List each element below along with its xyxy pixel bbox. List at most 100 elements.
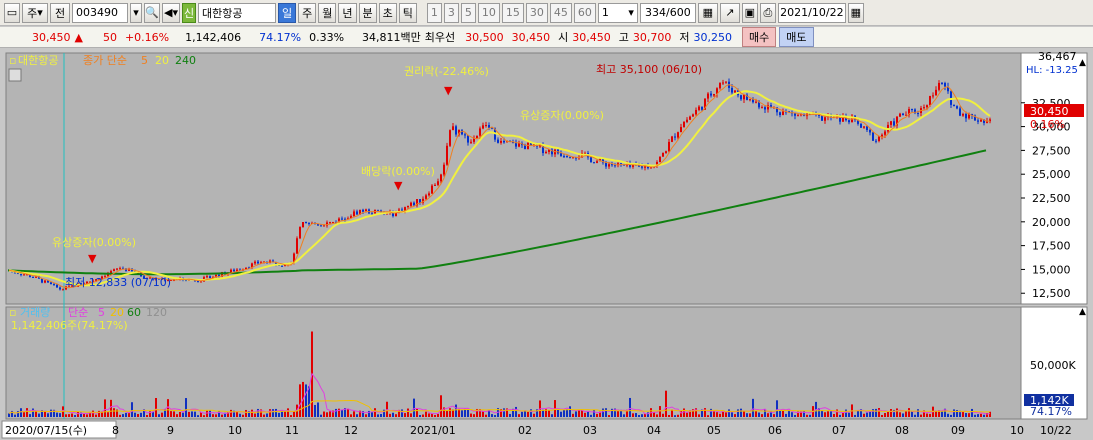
volume-legend-ma120: 120 bbox=[146, 306, 167, 319]
scroll-up-icon[interactable]: ▲ bbox=[1079, 58, 1086, 68]
count-field[interactable]: 334/600 bbox=[639, 2, 696, 23]
candle-body bbox=[527, 142, 529, 150]
print-icon[interactable]: ⎙ bbox=[759, 2, 776, 23]
speaker-icon[interactable]: ◀▾ bbox=[162, 2, 180, 23]
volume-bar bbox=[791, 412, 793, 417]
x-axis-label: 05 bbox=[707, 424, 721, 437]
volume-bar bbox=[314, 404, 316, 417]
volume-bar bbox=[749, 413, 751, 417]
volume-bar bbox=[197, 415, 199, 417]
interval-60[interactable]: 60 bbox=[573, 2, 596, 23]
stock-name-field[interactable]: 대한항공 bbox=[198, 2, 276, 23]
volume-bar bbox=[551, 414, 553, 417]
candle-body bbox=[485, 125, 487, 127]
price-legend-ma: 종가 단순 bbox=[83, 54, 127, 67]
candle-body bbox=[302, 222, 304, 228]
stock-chart[interactable]: ▫ 대한항공 종가 단순 5 20 240 ▫ 거래량 단순 5 20 60 1… bbox=[0, 49, 1093, 440]
stock-code-input[interactable]: 003490 bbox=[72, 2, 128, 23]
interval-30[interactable]: 30 bbox=[525, 2, 548, 23]
buy-button[interactable]: 매수 bbox=[742, 27, 777, 47]
interval-1[interactable]: 1 bbox=[426, 2, 442, 23]
interval-3[interactable]: 3 bbox=[443, 2, 459, 23]
candle-body bbox=[797, 114, 799, 116]
volume-bar bbox=[188, 411, 190, 417]
volume-bar bbox=[68, 414, 70, 417]
volume-bar bbox=[674, 415, 676, 417]
volume-bar bbox=[593, 409, 595, 417]
period-tab-tick[interactable]: 틱 bbox=[398, 2, 417, 23]
volume-bar bbox=[515, 406, 517, 417]
volume-bar bbox=[203, 415, 205, 417]
volume-bar bbox=[278, 412, 280, 417]
grid-toggle-icon[interactable] bbox=[8, 68, 22, 82]
sell-button[interactable]: 매도 bbox=[779, 27, 814, 47]
calendar-icon[interactable]: ▦ bbox=[847, 2, 864, 23]
chart-type-icon[interactable]: ▭ bbox=[4, 2, 20, 23]
volume-bar bbox=[83, 414, 85, 417]
x-axis-label: 11 bbox=[285, 424, 299, 437]
volume-bar bbox=[482, 411, 484, 417]
code-dropdown-button[interactable]: ▾ bbox=[130, 2, 142, 23]
period-tab-minute[interactable]: 분 bbox=[358, 2, 377, 23]
period-select[interactable]: 주 ▾ bbox=[22, 2, 48, 23]
volume-bar bbox=[413, 398, 415, 417]
volume-bar bbox=[641, 414, 643, 417]
prev-button[interactable]: 전 bbox=[50, 2, 70, 23]
volume-bar bbox=[404, 413, 406, 417]
candle-body bbox=[944, 83, 946, 87]
volume-bar bbox=[86, 414, 88, 417]
interval-5[interactable]: 5 bbox=[460, 2, 476, 23]
candle-body bbox=[503, 140, 505, 143]
candle-body bbox=[893, 121, 895, 126]
interval-15[interactable]: 15 bbox=[501, 2, 524, 23]
interval-45[interactable]: 45 bbox=[549, 2, 572, 23]
volume-bar bbox=[437, 413, 439, 417]
volume-tag-pct: 74.17% bbox=[1030, 405, 1072, 418]
save-icon[interactable]: ▣ bbox=[741, 2, 758, 23]
period-tab-day[interactable]: 일 bbox=[278, 2, 297, 23]
search-icon[interactable]: 🔍 bbox=[144, 2, 160, 23]
x-axis-label: 2021/01 bbox=[410, 424, 456, 437]
volume-bar bbox=[587, 411, 589, 417]
interval-10[interactable]: 10 bbox=[477, 2, 500, 23]
volume-bar bbox=[707, 415, 709, 417]
volume-bar bbox=[230, 409, 232, 417]
candle-body bbox=[650, 167, 652, 169]
volume-bar bbox=[284, 411, 286, 417]
period-tab-second[interactable]: 초 bbox=[378, 2, 397, 23]
candle-body bbox=[779, 112, 781, 116]
multiplier-select[interactable]: 1 ▾ bbox=[597, 2, 638, 23]
volume-bar bbox=[467, 408, 469, 417]
date-field[interactable]: 2021/10/22 bbox=[777, 2, 846, 23]
price-axis-tick: 27,500 bbox=[1032, 144, 1071, 157]
volume-bar bbox=[173, 411, 175, 417]
volume-bar bbox=[794, 414, 796, 417]
volume-bar bbox=[665, 390, 667, 417]
candle-body bbox=[683, 122, 685, 128]
volume-bar bbox=[137, 414, 139, 417]
period-tab-month[interactable]: 월 bbox=[318, 2, 337, 23]
draw-tool-icon[interactable]: ↗ bbox=[719, 2, 740, 23]
volume-bar bbox=[179, 411, 181, 417]
scroll-up-icon-2[interactable]: ▲ bbox=[1079, 307, 1086, 317]
indicator-icon[interactable]: ▦ bbox=[697, 2, 718, 23]
volume-bar bbox=[269, 409, 271, 417]
volume-bar bbox=[350, 414, 352, 417]
volume-bar bbox=[950, 414, 952, 417]
volume-bar bbox=[788, 410, 790, 417]
period-tab-year[interactable]: 년 bbox=[338, 2, 357, 23]
period-tab-week[interactable]: 주 bbox=[298, 2, 317, 23]
volume-bar bbox=[584, 412, 586, 417]
volume-bar bbox=[773, 414, 775, 417]
annotation-rights-issue-2: 유상증자(0.00%) bbox=[520, 109, 604, 122]
candle-body bbox=[878, 136, 880, 142]
volume-bar bbox=[977, 414, 979, 417]
volume-bar bbox=[236, 411, 238, 417]
volume-bar bbox=[638, 415, 640, 417]
current-price-tag-text: 30,450 bbox=[1030, 105, 1069, 118]
candle-body bbox=[410, 202, 412, 206]
volume-bar bbox=[323, 411, 325, 417]
volume-bar bbox=[464, 408, 466, 417]
volume-bar bbox=[875, 408, 877, 417]
volume-bar bbox=[392, 412, 394, 417]
